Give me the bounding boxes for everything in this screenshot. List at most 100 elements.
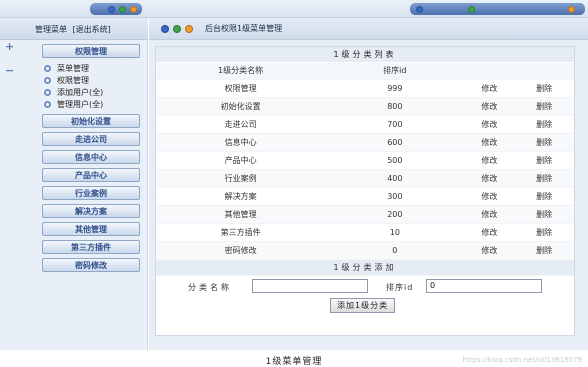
sort-id-cell: 700 xyxy=(325,115,465,134)
submenu-item[interactable]: 管理用户(全) xyxy=(44,98,140,110)
sidebar-header: 管理菜单 [退出系统] xyxy=(0,18,148,40)
sidebar-title: 管理菜单 [退出系统] xyxy=(35,24,111,35)
blue-dot-icon xyxy=(161,24,169,33)
table-row: 第三方插件 10 修改 删除 xyxy=(156,223,574,242)
category-name-cell: 密码修改 xyxy=(156,241,326,260)
submenu-item-label: 管理用户(全) xyxy=(57,99,104,109)
table-body: 权限管理 999 修改 删除 初始化设置 800 修改 删除 走进公司 700 修改 删除 信息中心 60… xyxy=(156,79,574,260)
edit-link[interactable]: 修改 xyxy=(464,115,515,134)
sort-id-cell: 800 xyxy=(325,97,465,116)
table-row: 权限管理 999 修改 删除 xyxy=(156,79,574,98)
edit-link[interactable]: 修改 xyxy=(464,205,515,224)
category-name-cell: 产品中心 xyxy=(156,151,326,170)
sort-id-cell: 600 xyxy=(325,133,465,152)
category-name-cell: 行业案例 xyxy=(156,169,326,188)
delete-link[interactable]: 删除 xyxy=(514,97,574,116)
menu-section-permissions[interactable]: 权限管理 xyxy=(42,44,140,58)
menu-section-info-center[interactable]: 信息中心 xyxy=(42,150,140,164)
bullet-icon xyxy=(44,100,51,108)
table-header-row: 1级分类名称 排序id xyxy=(156,63,574,80)
watermark: https://blog.csdn.net/u013618079 xyxy=(462,356,582,364)
sort-id-cell: 300 xyxy=(325,187,465,206)
category-name-cell: 信息中心 xyxy=(156,133,326,152)
edit-link[interactable]: 修改 xyxy=(464,169,515,188)
menu-section-about-company[interactable]: 走进公司 xyxy=(42,132,140,146)
submit-row: 添加1级分类 xyxy=(156,297,574,316)
sort-id-cell: 999 xyxy=(325,79,465,98)
menu-section-product-center[interactable]: 产品中心 xyxy=(42,168,140,182)
exit-system-link[interactable]: [退出系统] xyxy=(73,25,111,34)
edit-link[interactable]: 修改 xyxy=(464,79,515,98)
category-name-cell: 解决方案 xyxy=(156,187,326,206)
menu-section-other-management[interactable]: 其他管理 xyxy=(42,222,140,236)
delete-link[interactable]: 删除 xyxy=(514,133,574,152)
green-dot-icon xyxy=(173,24,181,33)
delete-link[interactable]: 删除 xyxy=(514,151,574,170)
add-category-button[interactable]: 添加1级分类 xyxy=(330,297,396,313)
submenu-item[interactable]: 权限管理 xyxy=(44,74,140,86)
blue-dot-icon[interactable] xyxy=(416,5,423,13)
sort-id-cell: 200 xyxy=(325,205,465,224)
column-header-name: 1级分类名称 xyxy=(156,63,326,80)
edit-link[interactable]: 修改 xyxy=(464,241,515,260)
sidebar-menu: 权限管理 菜单管理 权限管理 添加用户(全) 管理用户(全) 初始化设置 走进公… xyxy=(42,44,140,276)
left-window-controls xyxy=(90,3,142,15)
edit-link[interactable]: 修改 xyxy=(464,223,515,242)
category-name-cell: 权限管理 xyxy=(156,79,326,98)
sort-id-cell: 400 xyxy=(325,169,465,188)
category-name-cell: 走进公司 xyxy=(156,115,326,134)
delete-link[interactable]: 删除 xyxy=(514,223,574,242)
expand-all-icon[interactable]: + xyxy=(5,40,14,53)
delete-link[interactable]: 删除 xyxy=(514,115,574,134)
green-dot-icon[interactable] xyxy=(119,5,126,13)
orange-dot-icon xyxy=(185,24,193,33)
sort-id-label: 排序id xyxy=(386,282,414,292)
green-dot-icon[interactable] xyxy=(468,5,475,13)
submenu-item-label: 添加用户(全) xyxy=(57,87,104,97)
edit-link[interactable]: 修改 xyxy=(464,151,515,170)
table-row: 其他管理 200 修改 删除 xyxy=(156,205,574,224)
orange-dot-icon[interactable] xyxy=(130,5,137,13)
top-strip xyxy=(0,0,588,18)
sort-id-input[interactable] xyxy=(426,278,542,293)
category-panel: 1级分类列表 1级分类名称 排序id 权限管理 999 修改 删除 初始化设置 800 修改… xyxy=(155,46,575,336)
menu-section-industry-cases[interactable]: 行业案例 xyxy=(42,186,140,200)
list-caption: 1级分类列表 xyxy=(156,47,574,63)
menu-section-init-settings[interactable]: 初始化设置 xyxy=(42,114,140,128)
bullet-icon xyxy=(44,64,51,72)
menu-section-solutions[interactable]: 解决方案 xyxy=(42,204,140,218)
category-name-cell: 初始化设置 xyxy=(156,97,326,116)
category-name-label: 分类名称 xyxy=(188,282,232,292)
bullet-icon xyxy=(44,88,51,96)
sort-id-cell: 10 xyxy=(325,223,465,242)
table-row: 产品中心 500 修改 删除 xyxy=(156,151,574,170)
delete-link[interactable]: 删除 xyxy=(514,241,574,260)
app-frame: 管理菜单 [退出系统] + − 权限管理 菜单管理 权限管理 添加用户(全) 管… xyxy=(0,0,588,350)
submenu-item[interactable]: 菜单管理 xyxy=(44,62,140,74)
delete-link[interactable]: 删除 xyxy=(514,187,574,206)
submenu-item-label: 菜单管理 xyxy=(57,63,89,73)
blue-dot-icon[interactable] xyxy=(108,5,115,13)
edit-link[interactable]: 修改 xyxy=(464,187,515,206)
sort-id-cell: 0 xyxy=(325,241,465,260)
menu-section-third-party-plugins[interactable]: 第三方插件 xyxy=(42,240,140,254)
orange-dot-icon[interactable] xyxy=(568,5,575,13)
submenu-item-label: 权限管理 xyxy=(57,75,89,85)
delete-link[interactable]: 删除 xyxy=(514,169,574,188)
add-caption: 1级分类添加 xyxy=(156,259,574,276)
table-row: 信息中心 600 修改 删除 xyxy=(156,133,574,152)
collapse-all-icon[interactable]: − xyxy=(5,64,14,77)
delete-link[interactable]: 删除 xyxy=(514,79,574,98)
right-window-controls xyxy=(410,3,585,15)
table-row: 初始化设置 800 修改 删除 xyxy=(156,97,574,116)
bullet-icon xyxy=(44,76,51,84)
menu-section-change-password[interactable]: 密码修改 xyxy=(42,258,140,272)
edit-link[interactable]: 修改 xyxy=(464,133,515,152)
submenu-item[interactable]: 添加用户(全) xyxy=(44,86,140,98)
table-row: 解决方案 300 修改 删除 xyxy=(156,187,574,206)
delete-link[interactable]: 删除 xyxy=(514,205,574,224)
category-table: 1级分类名称 排序id 权限管理 999 修改 删除 初始化设置 800 修改 删除 走进公司 7… xyxy=(156,63,574,276)
edit-link[interactable]: 修改 xyxy=(464,97,515,116)
category-name-input[interactable] xyxy=(252,278,368,293)
left-sidebar: 管理菜单 [退出系统] + − 权限管理 菜单管理 权限管理 添加用户(全) 管… xyxy=(0,18,148,350)
